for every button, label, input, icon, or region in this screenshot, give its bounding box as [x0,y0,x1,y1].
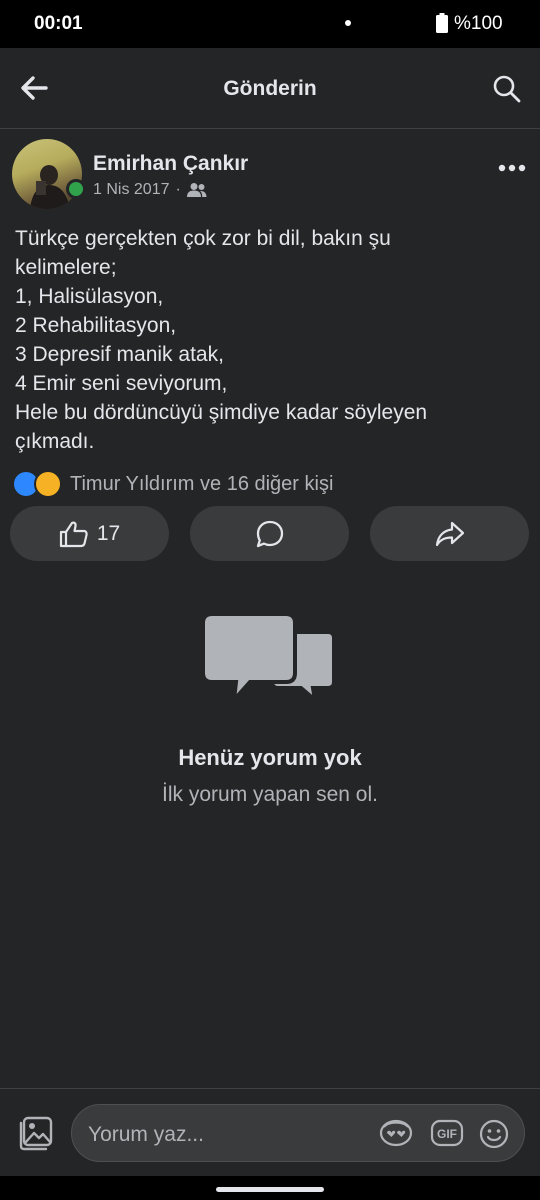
comment-input-placeholder: Yorum yaz... [88,1123,204,1146]
share-button[interactable] [370,506,529,561]
emoji-icon[interactable] [478,1118,510,1150]
status-bar: 00:01 %100 [0,0,540,48]
comment-input[interactable]: Yorum yaz... GIF [71,1104,525,1162]
haha-reaction-icon [34,470,62,498]
battery-icon [436,13,448,33]
comment-button[interactable] [190,506,349,561]
post-text: Türkçe gerçekten çok zor bi dil, bakın ş… [15,224,525,456]
photo-gallery-icon[interactable] [16,1116,54,1152]
like-count: 17 [96,521,121,545]
svg-text:GIF: GIF [437,1127,457,1141]
post-line: Türkçe gerçekten çok zor bi dil, bakın ş… [15,227,391,250]
comment-bubble-icon [256,520,283,547]
post-line: 3 Depresif manik atak, [15,343,224,366]
post-line: kelimelere; [15,256,117,279]
empty-state-subtitle: İlk yorum yapan sen ol. [162,783,378,806]
avatar[interactable] [12,139,82,209]
comment-composer: Yorum yaz... GIF [0,1088,540,1177]
friends-audience-icon [186,183,207,197]
avatar-sticker-icon[interactable] [378,1118,414,1148]
page-title: Gönderin [223,77,317,100]
home-handle[interactable] [216,1187,324,1192]
post-actions: 17 [10,506,530,562]
post-line: çıkmadı. [15,430,95,453]
no-comments-icon [201,612,336,702]
post-date[interactable]: 1 Nis 2017 [93,181,170,199]
gif-icon[interactable]: GIF [430,1118,464,1148]
battery-percent: %100 [454,13,503,34]
share-arrow-icon [435,521,464,546]
post-line: 1, Halisülasyon, [15,285,164,308]
system-nav-bar [0,1176,540,1200]
empty-state-title: Henüz yorum yok [178,745,362,770]
avatar-photo [30,165,70,209]
thumbs-up-icon [59,521,88,547]
search-icon[interactable] [492,74,522,104]
status-time: 00:01 [34,13,83,34]
like-button[interactable]: 17 [10,506,169,561]
reaction-summary[interactable]: Timur Yıldırım ve 16 diğer kişi [70,473,333,496]
post-line: Hele bu dördüncüyü şimdiye kadar söyleye… [15,401,428,424]
post-author[interactable]: Emirhan Çankır [93,152,248,176]
app-bar: Gönderin [0,48,540,129]
more-options-icon[interactable] [498,158,526,178]
post-line: 2 Rehabilitasyon, [15,314,177,337]
post-line: 4 Emir seni seviyorum, [15,372,228,395]
reactions-row[interactable]: Timur Yıldırım ve 16 diğer kişi [12,470,333,498]
notification-dot-icon [345,20,351,26]
meta-separator: · [175,181,181,198]
post-meta: 1 Nis 2017 · [93,181,207,199]
online-status-icon [66,179,86,199]
